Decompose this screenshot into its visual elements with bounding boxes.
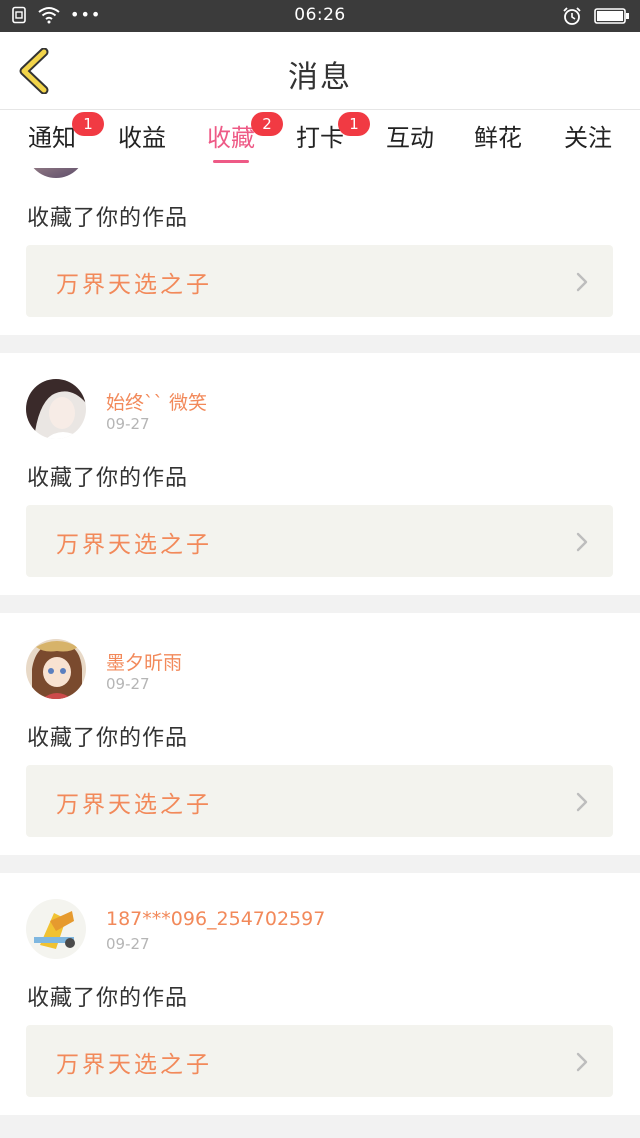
status-right-icons: [562, 6, 630, 26]
unread-badge: 1: [72, 112, 104, 136]
active-tab-indicator: [213, 160, 249, 163]
tab-label: 收藏: [207, 124, 255, 152]
status-bar: ••• 06:26: [0, 0, 640, 32]
timestamp: 09-27: [106, 935, 150, 953]
tab-label: 互动: [386, 124, 434, 152]
timestamp: 09-27: [106, 415, 150, 433]
category-tab-bar: 通知 1 收益 收藏 2 打卡 1 互动 鲜花 关注: [0, 110, 640, 168]
chevron-right-icon: [576, 1052, 588, 1072]
tab-earnings[interactable]: 收益: [114, 118, 170, 164]
action-text: 收藏了你的作品: [27, 206, 189, 231]
username[interactable]: 187***096_254702597: [106, 908, 325, 930]
unread-badge: 1: [338, 112, 370, 136]
avatar[interactable]: [26, 639, 86, 699]
work-title: 万界天选之子: [56, 532, 212, 558]
work-title: 万界天选之子: [56, 792, 212, 818]
tab-label: 打卡: [296, 124, 344, 152]
alarm-icon: [563, 7, 581, 25]
status-time: 06:26: [294, 5, 346, 25]
username[interactable]: 墨夕昕雨: [106, 648, 182, 675]
action-text: 收藏了你的作品: [27, 726, 189, 751]
tab-label: 关注: [564, 124, 612, 152]
work-link[interactable]: 万界天选之子: [26, 245, 613, 317]
avatar-image: [26, 379, 86, 439]
chevron-right-icon: [576, 272, 588, 292]
tab-label: 通知: [28, 124, 76, 152]
top-navigation-bar: 消息: [0, 32, 640, 110]
work-link[interactable]: 万界天选之子: [26, 765, 613, 837]
work-link[interactable]: 万界天选之子: [26, 1025, 613, 1097]
battery-icon: [594, 8, 629, 24]
page-title: 消息: [288, 60, 352, 95]
avatar[interactable]: [26, 899, 86, 959]
avatar[interactable]: [26, 168, 86, 178]
tab-interaction[interactable]: 互动: [382, 118, 438, 164]
tab-notifications[interactable]: 通知 1: [24, 112, 104, 164]
list-item: 收藏了你的作品 万界天选之子: [0, 168, 640, 335]
tab-checkin[interactable]: 打卡 1: [292, 112, 370, 164]
work-link[interactable]: 万界天选之子: [26, 505, 613, 577]
tab-favorites[interactable]: 收藏 2: [203, 112, 283, 164]
favorites-message-list: 收藏了你的作品 万界天选之子 始终`` 微笑 09-27 收藏了你的作品 万界天…: [0, 168, 640, 1138]
tab-following[interactable]: 关注: [560, 118, 616, 164]
chevron-right-icon: [576, 792, 588, 812]
action-text: 收藏了你的作品: [27, 466, 189, 491]
avatar-image: [26, 899, 86, 959]
tab-label: 鲜花: [474, 124, 522, 152]
list-item: 始终`` 微笑 09-27 收藏了你的作品 万界天选之子: [0, 353, 640, 595]
timestamp: 09-27: [106, 675, 150, 693]
work-title: 万界天选之子: [56, 1052, 212, 1078]
work-title: 万界天选之子: [56, 272, 212, 298]
unread-badge: 2: [251, 112, 283, 136]
chevron-right-icon: [576, 532, 588, 552]
tab-label: 收益: [118, 124, 166, 152]
action-text: 收藏了你的作品: [27, 986, 189, 1011]
username[interactable]: 始终`` 微笑: [106, 388, 207, 415]
list-item: 187***096_254702597 09-27 收藏了你的作品 万界天选之子: [0, 873, 640, 1115]
avatar-image: [26, 639, 86, 699]
avatar[interactable]: [26, 379, 86, 439]
list-item: 墨夕昕雨 09-27 收藏了你的作品 万界天选之子: [0, 613, 640, 855]
tab-flowers[interactable]: 鲜花: [470, 118, 526, 164]
